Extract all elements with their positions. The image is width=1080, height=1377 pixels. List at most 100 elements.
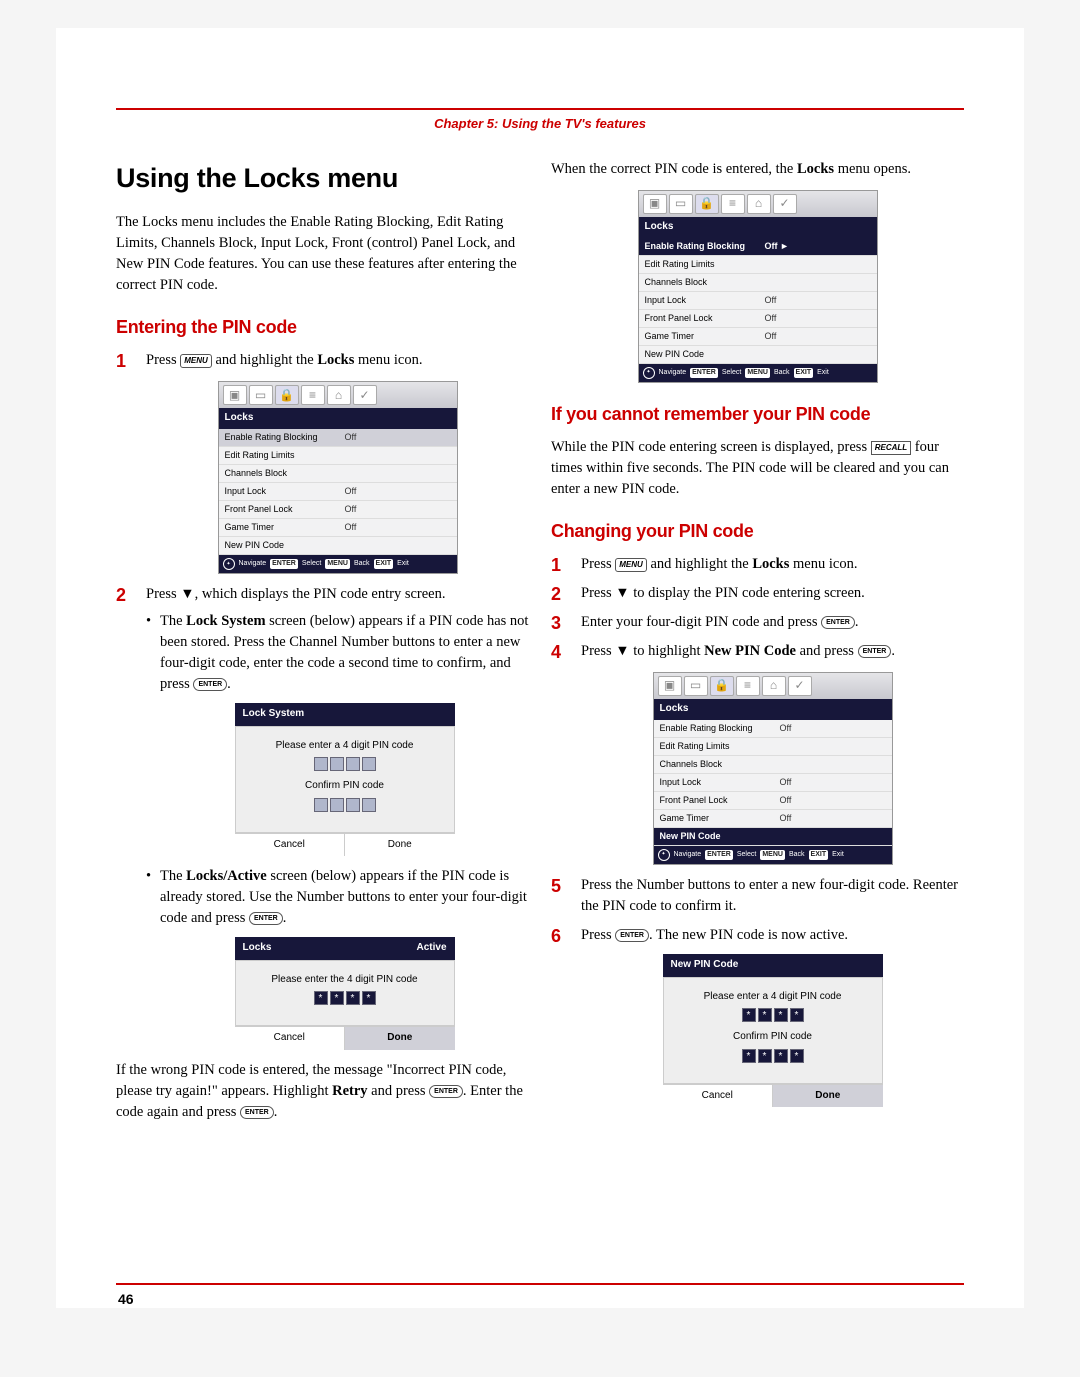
osd-row: New PIN Code: [654, 828, 892, 846]
osd-row: Edit Rating Limits: [639, 256, 877, 274]
tab-icon: ✓: [353, 385, 377, 405]
enter-tag: ENTER: [270, 559, 298, 569]
text: Press: [581, 585, 615, 601]
osd-row: Game TimerOff: [654, 810, 892, 828]
text: .: [283, 910, 287, 926]
osd-title: Lock System: [243, 707, 305, 722]
right-column: When the correct PIN code is entered, th…: [551, 159, 964, 1123]
osd-label: Game Timer: [225, 521, 345, 534]
tab-icon: ⌂: [762, 676, 786, 696]
osd-tabs: ▣ ▭ 🔒 ≡ ⌂ ✓: [219, 382, 457, 408]
cstep-4: Press ▼ to highlight New PIN Code and pr…: [551, 641, 964, 865]
text: When the correct PIN code is entered, th…: [551, 161, 797, 177]
exit-tag: EXIT: [809, 850, 829, 860]
enter-key-icon: ENTER: [429, 1085, 463, 1098]
text: and highlight the: [647, 556, 753, 572]
osd-list: Enable Rating BlockingOff Edit Rating Li…: [219, 429, 457, 555]
text: .: [855, 614, 859, 630]
pin-box: *: [330, 991, 344, 1005]
osd-body: Please enter a 4 digit PIN code Confirm …: [235, 726, 455, 833]
osd-nav-label: Navigate: [659, 368, 687, 378]
text: and press: [368, 1083, 430, 1099]
intro-paragraph: The Locks menu includes the Enable Ratin…: [116, 212, 529, 296]
osd-body: Please enter the 4 digit PIN code ****: [235, 960, 455, 1027]
text: The: [160, 868, 186, 884]
osd-row: Front Panel LockOff: [639, 310, 877, 328]
osd-bar: New PIN Code: [663, 954, 883, 977]
menu-tag: MENU: [745, 368, 770, 378]
pin-box: [330, 757, 344, 771]
tab-icon: ⌂: [327, 385, 351, 405]
text: Enter your four-digit PIN code and press: [581, 614, 821, 630]
nav-icon: ✦: [223, 558, 235, 570]
osd-footer: ✦ Navigate ENTER Select MENU Back EXIT E…: [639, 364, 877, 382]
osd-tabs: ▣ ▭ 🔒 ≡ ⌂ ✓: [654, 673, 892, 699]
osd-label: Game Timer: [645, 330, 765, 343]
locks-word: Locks: [317, 352, 354, 368]
pin-box: *: [774, 1049, 788, 1063]
done-button: Done: [345, 1027, 455, 1050]
arrow-down-icon: ▼: [180, 586, 194, 602]
cancel-button: Cancel: [663, 1085, 774, 1108]
osd-val: Off: [765, 240, 778, 253]
osd-bar: Lock System: [235, 703, 455, 726]
left-column: Using the Locks menu The Locks menu incl…: [116, 159, 529, 1123]
enter-tag: ENTER: [705, 850, 733, 860]
menu-key-icon: MENU: [615, 558, 647, 572]
tab-icon: ≡: [721, 194, 745, 214]
osd-locks-menu-2: ▣ ▭ 🔒 ≡ ⌂ ✓ Locks Enable Rating Blocking…: [638, 190, 878, 383]
pin-box: [314, 757, 328, 771]
nav-icon: ✦: [658, 849, 670, 861]
tab-icon: ▭: [684, 676, 708, 696]
osd-bar: Locks Active: [235, 937, 455, 960]
text: The: [160, 613, 186, 629]
osd-nav-label: Navigate: [674, 850, 702, 860]
osd-row: Channels Block: [639, 274, 877, 292]
osd-title: Locks: [639, 217, 877, 238]
cancel-button: Cancel: [235, 834, 346, 857]
cstep-1: Press MENU and highlight the Locks menu …: [551, 554, 964, 575]
enter-key-icon: ENTER: [821, 616, 855, 629]
text: to highlight: [630, 643, 705, 659]
text: menu icon.: [354, 352, 422, 368]
done-button: Done: [773, 1085, 883, 1108]
pin-box: [330, 798, 344, 812]
osd-title: Locks: [219, 408, 457, 429]
osd-title: New PIN Code: [671, 958, 739, 973]
done-button: Done: [345, 834, 455, 857]
osd-list: Enable Rating Blocking Off Edit Rating Li…: [654, 720, 892, 846]
cstep-6: Press ENTER. The new PIN code is now act…: [551, 925, 964, 1107]
bold: Locks/Active: [186, 868, 267, 884]
pin-box: *: [790, 1049, 804, 1063]
bold: Lock System: [186, 613, 265, 629]
osd-val: Off: [345, 503, 357, 516]
text: and highlight the: [212, 352, 318, 368]
text: Press: [581, 927, 615, 943]
osd-label: Input Lock: [645, 294, 765, 307]
cstep-2: Press ▼ to display the PIN code entering…: [551, 583, 964, 604]
top-rule: [116, 108, 964, 110]
tab-icon: ▭: [669, 194, 693, 214]
enter-key-icon: ENTER: [615, 929, 649, 942]
osd-label: Input Lock: [225, 485, 345, 498]
lock-icon: 🔒: [710, 676, 734, 696]
tab-icon: ⌂: [747, 194, 771, 214]
osd-val: Off: [765, 312, 777, 325]
enter-key-icon: ENTER: [193, 678, 227, 691]
osd-buttons: Cancel Done: [663, 1084, 883, 1108]
text: Press: [146, 586, 180, 602]
tab-icon: ▣: [643, 194, 667, 214]
osd-label: New PIN Code: [660, 830, 780, 843]
text: Press: [581, 643, 615, 659]
pin-box: *: [790, 1008, 804, 1022]
text: to display the PIN code entering screen.: [630, 585, 865, 601]
osd-label: Edit Rating Limits: [660, 740, 780, 753]
prompt: Please enter a 4 digit PIN code: [672, 990, 874, 1005]
bottom-rule: [116, 1283, 964, 1285]
page-number: 46: [118, 1291, 134, 1307]
osd-label: New PIN Code: [645, 348, 765, 361]
heading-entering-pin: Entering the PIN code: [116, 314, 529, 340]
osd-val: Off: [780, 794, 792, 807]
menu-tag: MENU: [760, 850, 785, 860]
osd-label: Enable Rating Blocking: [660, 722, 780, 735]
